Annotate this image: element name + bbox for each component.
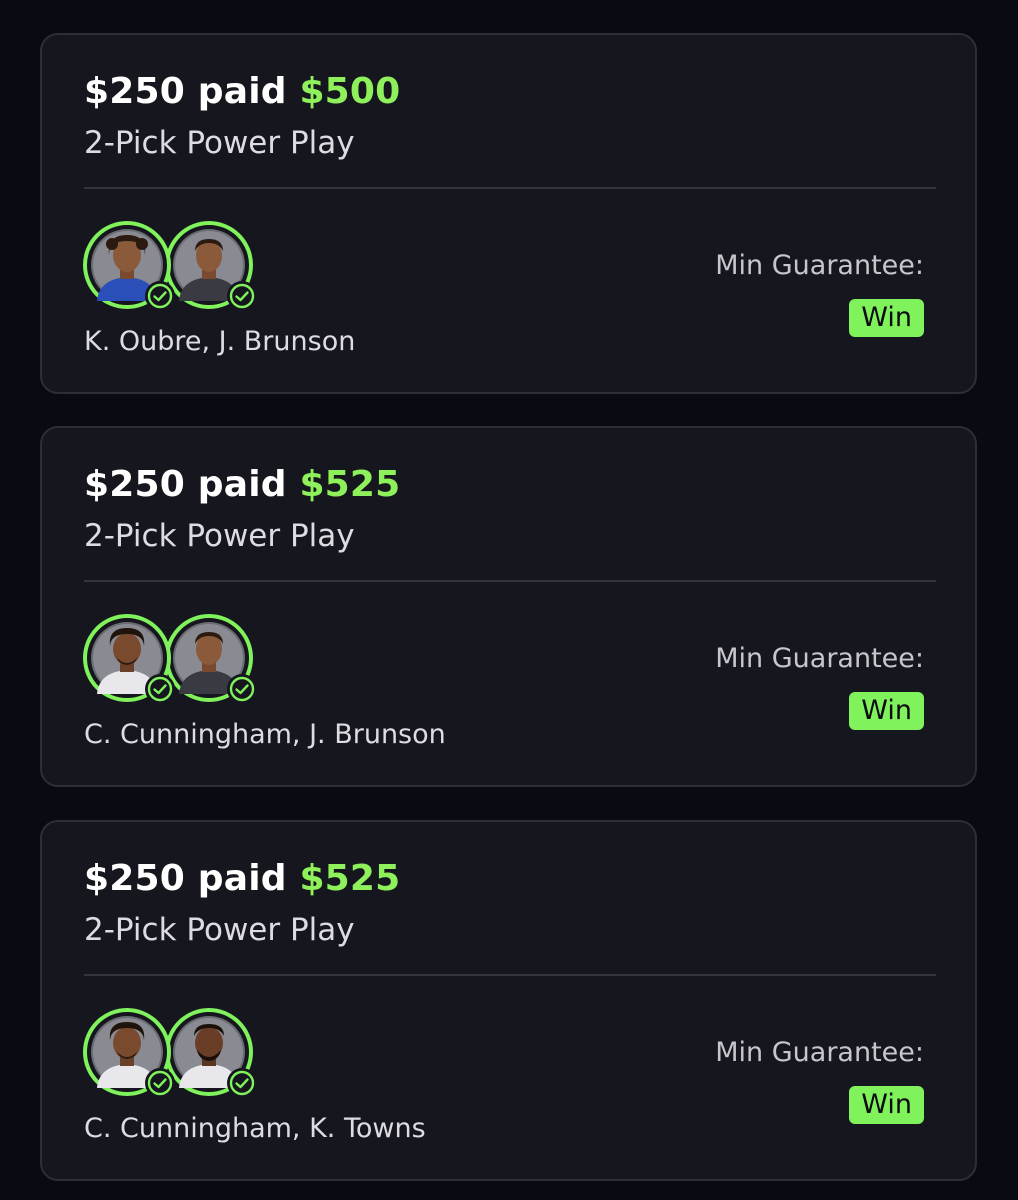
player-names: C. Cunningham, J. Brunson (84, 719, 446, 750)
divider (84, 974, 936, 976)
check-circle-icon (227, 281, 257, 311)
player-avatar (83, 221, 175, 311)
min-guarantee-label: Min Guarantee: (715, 643, 924, 674)
player-avatar (165, 1008, 257, 1098)
entry-headline: $250 paid $500 (84, 71, 400, 112)
check-circle-icon (227, 1068, 257, 1098)
stake-amount: $250 paid (84, 464, 287, 505)
entries-list: $250 paid $500 2-Pick Power Play K. Oubr… (0, 0, 1018, 1200)
entry-card[interactable]: $250 paid $525 2-Pick Power Play C. Cunn… (40, 426, 977, 787)
player-avatar (165, 221, 257, 311)
player-avatar (165, 614, 257, 704)
check-circle-icon (145, 1068, 175, 1098)
divider (84, 187, 936, 189)
play-type: 2-Pick Power Play (84, 125, 355, 161)
entry-card[interactable]: $250 paid $525 2-Pick Power Play C. Cunn… (40, 820, 977, 1181)
payout-amount: $525 (299, 858, 401, 899)
payout-amount: $525 (299, 464, 401, 505)
player-avatar (83, 614, 175, 704)
player-names: C. Cunningham, K. Towns (84, 1113, 426, 1144)
payout-amount: $500 (299, 71, 401, 112)
play-type: 2-Pick Power Play (84, 518, 355, 554)
min-guarantee-badge: Win (849, 692, 924, 730)
divider (84, 580, 936, 582)
play-type: 2-Pick Power Play (84, 912, 355, 948)
min-guarantee-label: Min Guarantee: (715, 250, 924, 281)
min-guarantee-badge: Win (849, 299, 924, 337)
player-names: K. Oubre, J. Brunson (84, 326, 356, 357)
entry-headline: $250 paid $525 (84, 858, 400, 899)
entry-card[interactable]: $250 paid $500 2-Pick Power Play K. Oubr… (40, 33, 977, 394)
min-guarantee-badge: Win (849, 1086, 924, 1124)
stake-amount: $250 paid (84, 858, 287, 899)
check-circle-icon (145, 674, 175, 704)
check-circle-icon (145, 281, 175, 311)
entry-headline: $250 paid $525 (84, 464, 400, 505)
stake-amount: $250 paid (84, 71, 287, 112)
check-circle-icon (227, 674, 257, 704)
min-guarantee-label: Min Guarantee: (715, 1037, 924, 1068)
player-avatar (83, 1008, 175, 1098)
